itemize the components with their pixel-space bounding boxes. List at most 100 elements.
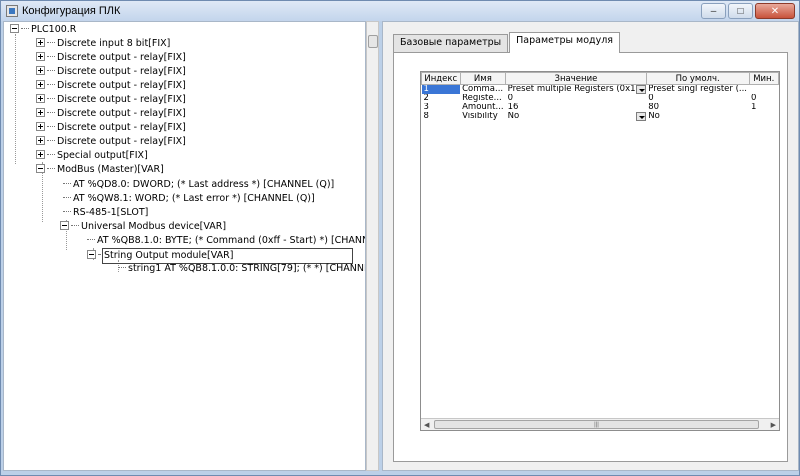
cell-min: 1 bbox=[751, 103, 757, 112]
tab-module-params[interactable]: Параметры модуля bbox=[509, 32, 621, 53]
expand-icon[interactable] bbox=[36, 150, 45, 159]
expand-icon[interactable] bbox=[36, 52, 45, 61]
column-header-value[interactable]: Значение bbox=[505, 72, 647, 85]
cell-value[interactable]: 16 bbox=[506, 103, 647, 112]
scrollbar-thumb[interactable]: ||| bbox=[434, 420, 759, 429]
tree-item[interactable]: Discrete input 8 bit[FIX] bbox=[36, 37, 170, 51]
scrollbar-thumb[interactable] bbox=[368, 35, 378, 48]
window-title: Конфигурация ПЛК bbox=[22, 5, 121, 17]
cell-index[interactable]: 2 bbox=[422, 94, 461, 103]
minimize-button[interactable]: – bbox=[701, 3, 726, 19]
collapse-icon[interactable] bbox=[60, 221, 69, 230]
config-tree[interactable]: PLC100.R Discrete input 8 bit[FIX] Discr… bbox=[3, 21, 366, 471]
cell-index[interactable]: 3 bbox=[422, 103, 461, 112]
close-button[interactable]: ✕ bbox=[755, 3, 795, 19]
expand-icon[interactable] bbox=[36, 108, 45, 117]
cell-name[interactable]: Visibility bbox=[460, 112, 506, 121]
table-row[interactable]: 1 Comma... Preset multiple Registers (0x… bbox=[421, 84, 779, 95]
tree-item-label: Discrete input 8 bit[FIX] bbox=[57, 38, 171, 49]
title-bar[interactable]: Конфигурация ПЛК – □ ✕ bbox=[1, 1, 799, 21]
tree-item[interactable]: Discrete output - relay[FIX] bbox=[36, 107, 186, 121]
tree-item-label: Discrete output - relay[FIX] bbox=[57, 52, 186, 63]
tree-item-channel[interactable]: AT %QD8.0: DWORD; (* Last address *) [CH… bbox=[63, 178, 334, 192]
cell-value-dropdown[interactable]: Preset multiple Registers (0x10) bbox=[506, 84, 647, 94]
expand-icon[interactable] bbox=[36, 136, 45, 145]
tree-item[interactable]: Discrete output - relay[FIX] bbox=[36, 79, 186, 93]
tree-item[interactable]: Discrete output - relay[FIX] bbox=[36, 93, 186, 107]
cell-default: 0 bbox=[648, 94, 654, 103]
window-controls: – □ ✕ bbox=[701, 3, 795, 19]
tree-item-label: Special output[FIX] bbox=[57, 150, 148, 161]
tree-item-label: string1 AT %QB8.1.0.0: STRING[79]; (* *)… bbox=[128, 263, 366, 274]
tab-basic-params[interactable]: Базовые параметры bbox=[393, 34, 509, 52]
tree-item-label: Discrete output - relay[FIX] bbox=[57, 108, 186, 119]
parameters-pane: Базовые параметры Параметры модуля Индек… bbox=[382, 21, 799, 471]
tree-item-channel[interactable]: AT %QW8.1: WORD; (* Last error *) [CHANN… bbox=[63, 192, 315, 206]
tree-item[interactable]: Discrete output - relay[FIX] bbox=[36, 51, 186, 65]
table-row[interactable]: 3 Amount... 16 80 1 bbox=[422, 103, 779, 112]
collapse-icon[interactable] bbox=[10, 24, 19, 33]
cell-min: 0 bbox=[751, 94, 757, 103]
cell-min bbox=[749, 112, 778, 121]
tree-root[interactable]: PLC100.R bbox=[10, 23, 76, 37]
dropdown-arrow-icon[interactable] bbox=[636, 112, 647, 121]
expand-icon[interactable] bbox=[36, 94, 45, 103]
tree-scrollbar[interactable] bbox=[366, 21, 379, 471]
tree-item-label: AT %QB8.1.0: BYTE; (* Command (0xff - St… bbox=[97, 235, 366, 246]
tree-item-label: ModBus (Master)[VAR] bbox=[57, 164, 164, 175]
cell-name[interactable]: Amount... bbox=[460, 103, 506, 112]
grid-horizontal-scrollbar[interactable]: ◀ ||| ▶ bbox=[421, 418, 779, 430]
header-row: Индекс Имя Значение По умолч. Мин. bbox=[421, 72, 779, 85]
column-header-name[interactable]: Имя bbox=[459, 72, 507, 85]
maximize-button[interactable]: □ bbox=[728, 3, 753, 19]
collapse-icon[interactable] bbox=[36, 164, 45, 173]
tree-item-label: RS-485-1[SLOT] bbox=[73, 207, 149, 218]
tree-item-label: AT %QD8.0: DWORD; (* Last address *) [CH… bbox=[73, 179, 335, 190]
tree-item-label: Discrete output - relay[FIX] bbox=[57, 122, 186, 133]
column-header-index[interactable]: Индекс bbox=[421, 72, 461, 85]
cell-default: 80 bbox=[648, 103, 660, 112]
collapse-icon[interactable] bbox=[87, 250, 96, 259]
expand-icon[interactable] bbox=[36, 38, 45, 47]
table-row[interactable]: 2 Registe... 0 0 0 bbox=[422, 94, 779, 103]
cell-default: Preset singl register (... bbox=[648, 84, 748, 94]
cell-name[interactable]: Comma... bbox=[460, 85, 506, 95]
cell-name[interactable]: Registe... bbox=[460, 94, 506, 103]
tree-root-label: PLC100.R bbox=[31, 24, 77, 35]
params-table: Индекс Имя Значение По умолч. Мин. 1 Com… bbox=[421, 72, 779, 121]
tree-item-label: Discrete output - relay[FIX] bbox=[57, 94, 186, 105]
cell-value-dropdown[interactable]: No bbox=[506, 112, 647, 121]
scroll-left-icon[interactable]: ◀ bbox=[424, 421, 429, 429]
tree-item[interactable]: Discrete output - relay[FIX] bbox=[36, 121, 186, 135]
tree-item-label: Discrete output - relay[FIX] bbox=[57, 136, 186, 147]
tree-item-slot[interactable]: RS-485-1[SLOT] bbox=[63, 206, 148, 220]
tree-item[interactable]: Discrete output - relay[FIX] bbox=[36, 135, 186, 149]
tree-item-channel[interactable]: string1 AT %QB8.1.0.0: STRING[79]; (* *)… bbox=[118, 262, 366, 276]
tree-item-channel[interactable]: AT %QB8.1.0: BYTE; (* Command (0xff - St… bbox=[87, 234, 366, 248]
tree-item-string-output[interactable]: String Output module[VAR] bbox=[87, 248, 365, 264]
column-header-default[interactable]: По умолч. bbox=[645, 72, 750, 85]
cell-index[interactable]: 8 bbox=[422, 112, 461, 121]
tree-item[interactable]: Special output[FIX] bbox=[36, 149, 148, 163]
tree-item-label: Universal Modbus device[VAR] bbox=[81, 221, 227, 232]
expand-icon[interactable] bbox=[36, 122, 45, 131]
tab-strip: Базовые параметры Параметры модуля bbox=[393, 32, 621, 53]
expand-icon[interactable] bbox=[36, 66, 45, 75]
tree-item[interactable]: Discrete output - relay[FIX] bbox=[36, 65, 186, 79]
table-row[interactable]: 8 Visibility No No bbox=[422, 112, 779, 121]
params-grid[interactable]: Индекс Имя Значение По умолч. Мин. 1 Com… bbox=[420, 71, 780, 431]
tab-panel: Индекс Имя Значение По умолч. Мин. 1 Com… bbox=[393, 52, 788, 462]
dropdown-arrow-icon[interactable] bbox=[636, 85, 647, 94]
tree-item-modbus-master[interactable]: ModBus (Master)[VAR] bbox=[36, 163, 164, 177]
cell-index[interactable]: 1 bbox=[421, 84, 461, 94]
tree-item-label: Discrete output - relay[FIX] bbox=[57, 66, 186, 77]
cell-value[interactable]: 0 bbox=[506, 94, 647, 103]
expand-icon[interactable] bbox=[36, 80, 45, 89]
cell-value: Preset multiple Registers (0x10) bbox=[507, 84, 645, 94]
column-header-min[interactable]: Мин. bbox=[748, 72, 779, 85]
plc-config-window: Конфигурация ПЛК – □ ✕ PLC100.R Discrete… bbox=[0, 0, 800, 476]
scroll-right-icon[interactable]: ▶ bbox=[771, 421, 776, 429]
tree-item-label: Discrete output - relay[FIX] bbox=[57, 80, 186, 91]
cell-default: No bbox=[648, 112, 660, 121]
tree-item-modbus-device[interactable]: Universal Modbus device[VAR] bbox=[60, 220, 226, 234]
